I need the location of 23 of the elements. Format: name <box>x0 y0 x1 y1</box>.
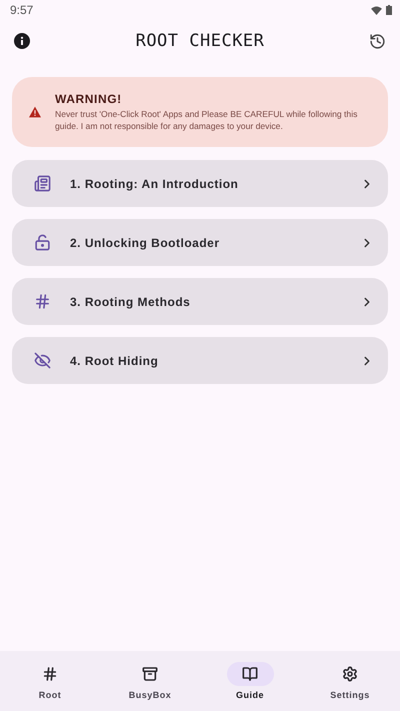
book-icon <box>242 666 258 682</box>
nav-tab[interactable]: Root <box>0 662 100 700</box>
guide-item[interactable]: 4. Root Hiding <box>12 337 388 384</box>
guide-item[interactable]: 1. Rooting: An Introduction <box>12 160 388 207</box>
battery-icon <box>386 5 392 15</box>
settings-icon <box>342 666 358 682</box>
nav-tab[interactable]: Settings <box>300 662 400 700</box>
guide-item[interactable]: 2. Unlocking Bootloader <box>12 219 388 266</box>
warning-title: WARNING! <box>54 92 123 106</box>
wifi-icon <box>371 6 382 14</box>
nav-tab[interactable]: BusyBox <box>100 662 200 700</box>
guide-item[interactable]: 3. Rooting Methods <box>12 278 388 325</box>
warning-message: Never trust 'One-Click Root' Apps and Please BE CAREFUL while following this guide. I am not responsible for any damages to your device. <box>54 109 358 132</box>
unlocked-padlock-icon <box>34 234 51 251</box>
info-button[interactable] <box>12 31 32 51</box>
newspaper-icon <box>34 175 51 192</box>
hash-icon <box>34 293 51 310</box>
hash-icon <box>42 666 58 682</box>
nav-tab[interactable]: Guide <box>200 662 300 700</box>
app-title: ROOT CHECKER <box>136 31 264 51</box>
box-icon <box>142 666 158 682</box>
eye-slash-icon <box>34 352 51 369</box>
status-time: 9:57 <box>10 3 34 17</box>
